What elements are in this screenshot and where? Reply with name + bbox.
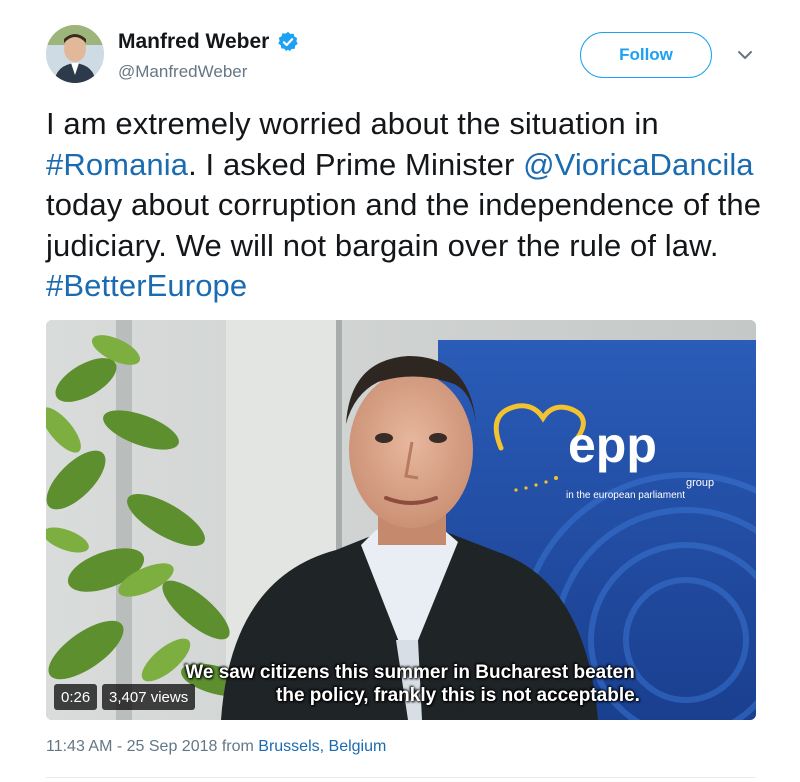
banner-sub2-text: in the european parliament (566, 490, 685, 501)
avatar[interactable] (46, 25, 104, 83)
video-caption-line1: We saw citizens this summer in Bucharest… (185, 662, 635, 683)
hashtag-link-bettereurope[interactable]: #BetterEurope (46, 268, 247, 303)
tweet-text-segment: . I asked Prime Minister (188, 146, 524, 182)
tweet-text-segment: I am extremely worried about the situati… (46, 106, 659, 141)
video-caption-line2: the policy, frankly this is not acceptab… (276, 685, 640, 706)
banner-logo-text: epp (568, 417, 657, 473)
tweet-text-segment: today about corruption and the independe… (46, 187, 762, 263)
tweet-text: I am extremely worried about the situati… (46, 104, 766, 307)
chevron-down-icon[interactable] (734, 44, 756, 66)
avatar-photo-icon (46, 25, 104, 83)
tweet-timestamp: 11:43 AM - 25 Sep 2018 from Brussels, Be… (46, 738, 386, 756)
author-name-text: Manfred Weber (118, 30, 270, 53)
video-player[interactable]: epp group in the european parliament We … (46, 320, 756, 720)
mention-link[interactable]: @VioricaDancila (523, 147, 754, 182)
verified-badge-icon (278, 31, 299, 52)
video-frame: epp group in the european parliament (46, 320, 756, 720)
divider (46, 777, 756, 778)
video-duration: 0:26 (54, 684, 98, 710)
author-handle[interactable]: @ManfredWeber (118, 62, 247, 82)
banner-sub1-text: group (686, 477, 714, 489)
timestamp-text[interactable]: 11:43 AM - 25 Sep 2018 from (46, 738, 258, 755)
video-views: 3,407 views (102, 684, 196, 710)
hashtag-link-romania[interactable]: #Romania (46, 147, 188, 182)
follow-button[interactable]: Follow (580, 32, 712, 78)
author-name[interactable]: Manfred Weber (118, 30, 299, 54)
location-link[interactable]: Brussels, Belgium (258, 738, 386, 755)
